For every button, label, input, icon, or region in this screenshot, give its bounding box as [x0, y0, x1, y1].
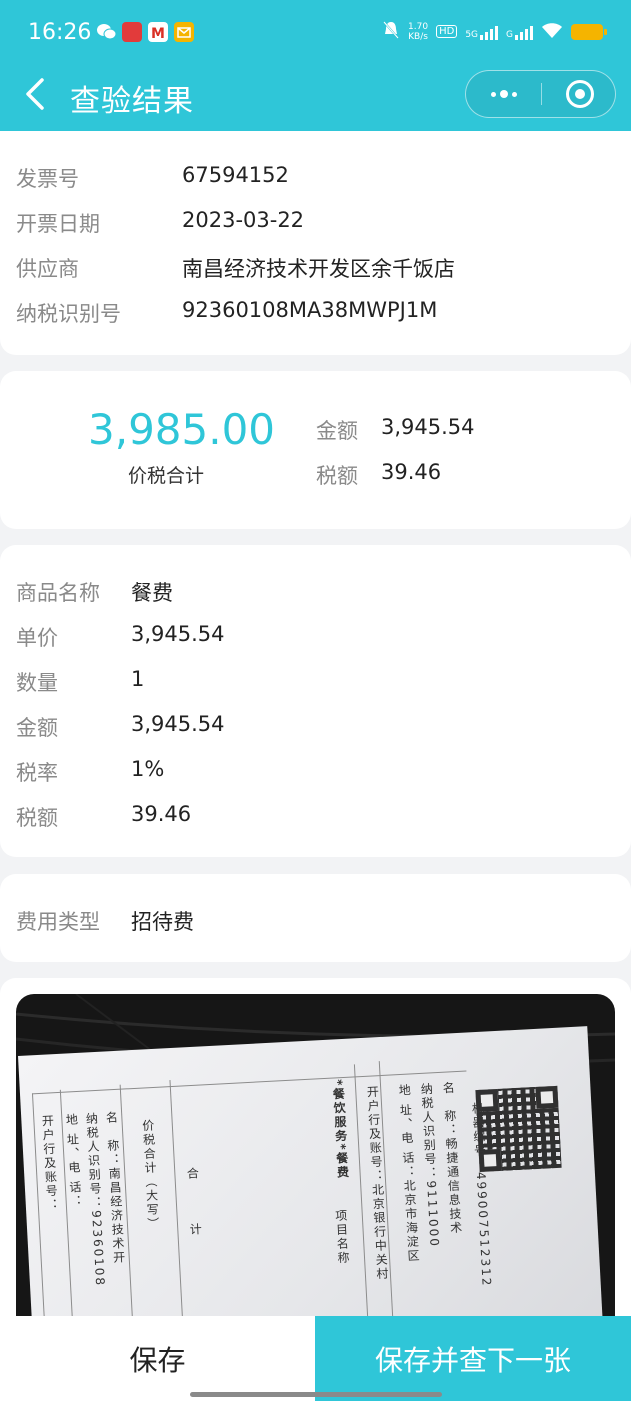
mini-program-capsule [465, 70, 616, 118]
total-amount-label: 价税合计 [128, 465, 205, 487]
item-amount-value: 3,945.54 [131, 712, 225, 736]
issue-date-label: 开票日期 [16, 212, 100, 236]
more-dot-icon [499, 90, 508, 98]
system-icons: 1.70 KB/s HD 5G G [382, 20, 607, 43]
battery-icon [571, 23, 607, 40]
tax-rate-label: 税率 [16, 761, 58, 785]
receipt-item-col: 项目名称 [333, 1208, 351, 1266]
amount-label: 金额 [316, 419, 358, 443]
header: 16:26 M 1.70 KB/s HD 5G G 查验结果 [0, 0, 631, 131]
item-amount-label: 金额 [16, 716, 58, 740]
receipt-service: *餐饮服务*餐费 [330, 1078, 350, 1181]
item-name-value: 餐费 [131, 581, 173, 605]
receipt-buyer-bank: 开户行及账号：北京银行中关村 [365, 1085, 390, 1282]
chevron-left-icon [26, 78, 44, 110]
status-bar: 16:26 M 1.70 KB/s HD 5G G [0, 0, 631, 66]
amount-value: 3,945.54 [381, 415, 475, 439]
hd-badge: HD [436, 25, 458, 38]
save-button[interactable]: 保存 [0, 1316, 315, 1401]
invoice-info-card: 发票号 67594152 开票日期 2023-03-22 供应商 南昌经济技术开… [0, 131, 631, 355]
more-dot-icon [511, 91, 517, 97]
notification-icons: M [96, 22, 194, 42]
nav-bar: 查验结果 [0, 66, 631, 131]
receipt-total-words: 价税合计（大写） [140, 1118, 161, 1232]
close-mini-program-button[interactable] [566, 80, 594, 108]
amount-summary-card: 3,985.00 价税合计 金额 3,945.54 税额 39.46 [0, 371, 631, 529]
app-red-icon [122, 22, 142, 42]
quantity-label: 数量 [16, 671, 58, 695]
tax-label: 税额 [316, 464, 358, 488]
expense-type-card[interactable]: 费用类型 招待费 [0, 874, 631, 962]
more-button[interactable] [466, 71, 541, 117]
receipt-seller-addr: 地 址、电 话： [64, 1112, 84, 1210]
status-time: 16:26 [28, 20, 92, 45]
bottom-action-bar: 保存 保存并查下一张 [0, 1316, 631, 1401]
receipt-total-col: 合 计 [185, 1166, 203, 1238]
supplier-label: 供应商 [16, 257, 79, 281]
capsule-divider [541, 83, 542, 105]
expense-type-label: 费用类型 [16, 910, 100, 934]
receipt-buyer-name: 名 称：畅捷通信息技术 [440, 1081, 463, 1236]
supplier-value: 南昌经济技术开发区余千饭店 [182, 257, 455, 281]
item-name-label: 商品名称 [16, 581, 100, 605]
issue-date-value: 2023-03-22 [182, 208, 305, 232]
mute-icon [382, 20, 400, 43]
wifi-icon [541, 21, 563, 42]
tax-value: 39.46 [381, 460, 442, 484]
back-button[interactable] [18, 74, 54, 114]
unit-price-value: 3,945.54 [131, 622, 225, 646]
total-amount: 3,985.00 [88, 405, 276, 454]
unit-price-label: 单价 [16, 626, 58, 650]
item-tax-label: 税额 [16, 806, 58, 830]
invoice-number-value: 67594152 [182, 163, 289, 187]
item-detail-card: 商品名称 餐费 单价 3,945.54 数量 1 金额 3,945.54 税率 … [0, 545, 631, 857]
tax-rate-value: 1% [131, 757, 165, 781]
wechat-icon [96, 22, 117, 42]
save-and-next-button[interactable]: 保存并查下一张 [315, 1316, 631, 1401]
tax-id-label: 纳税识别号 [16, 302, 121, 326]
signal-5g-icon: 5G [465, 24, 499, 40]
mail-icon [174, 22, 194, 42]
net-speed: 1.70 KB/s [408, 21, 429, 42]
invoice-number-label: 发票号 [16, 167, 79, 191]
page-title: 查验结果 [70, 84, 194, 119]
item-tax-value: 39.46 [131, 802, 192, 826]
home-indicator[interactable] [190, 1392, 442, 1397]
signal-g-icon: G [506, 24, 533, 40]
receipt-buyer-tax: 纳税人识别号：9111000 [418, 1082, 442, 1249]
svg-text:M: M [151, 26, 165, 42]
receipt-seller-bank: 开户行及账号： [40, 1114, 60, 1213]
gmail-icon: M [148, 22, 168, 42]
quantity-value: 1 [131, 667, 145, 691]
expense-type-value[interactable]: 招待费 [131, 906, 194, 936]
more-dot-icon [490, 91, 496, 97]
tax-id-value: 92360108MA38MWPJ1M [182, 298, 438, 322]
